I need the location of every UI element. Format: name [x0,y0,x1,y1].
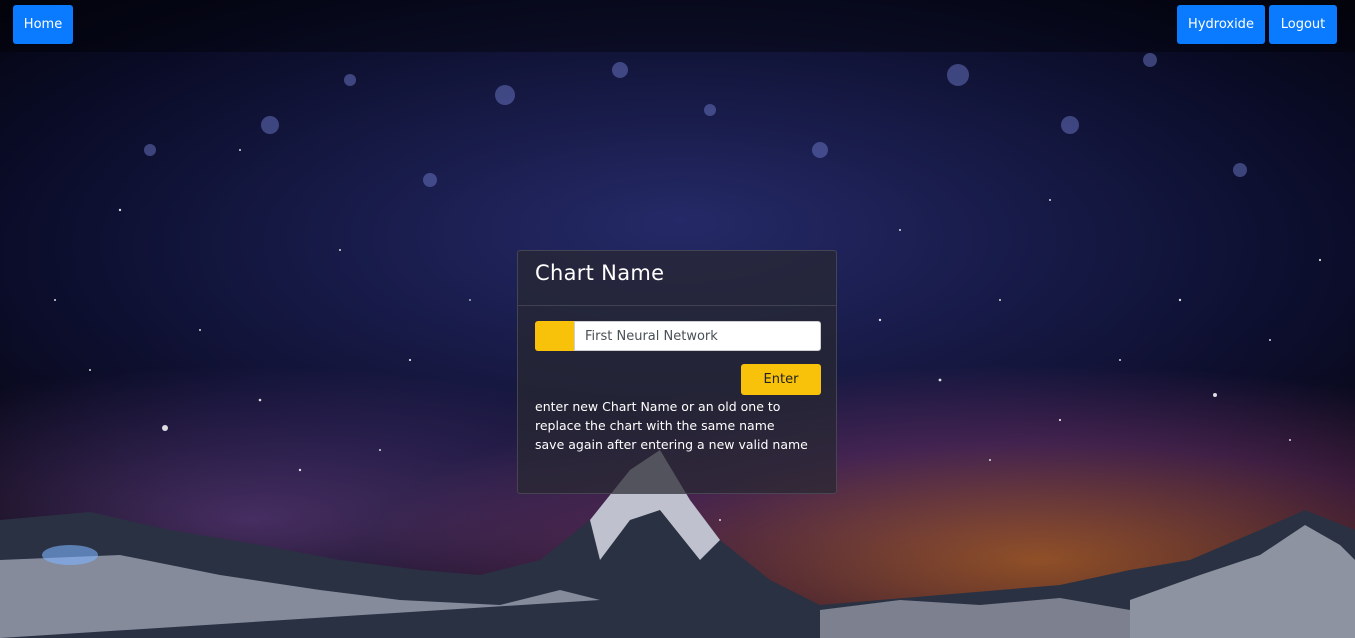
chart-name-card: Chart Name Enter enter new Chart Name or… [517,250,837,494]
help-text-line-1: enter new Chart Name or an old one to re… [535,399,781,433]
input-prefix-addon [535,321,574,351]
help-text: enter new Chart Name or an old one to re… [535,397,815,454]
user-button[interactable]: Hydroxide [1177,5,1265,44]
chart-name-input-group [535,321,821,351]
chart-name-input[interactable] [574,321,821,351]
help-text-line-2: save again after entering a new valid na… [535,437,808,452]
card-title: Chart Name [535,261,665,285]
enter-button[interactable]: Enter [741,364,821,395]
logout-button[interactable]: Logout [1269,5,1337,44]
card-header: Chart Name [518,251,836,306]
top-navbar [0,0,1355,52]
home-button[interactable]: Home [13,5,73,44]
